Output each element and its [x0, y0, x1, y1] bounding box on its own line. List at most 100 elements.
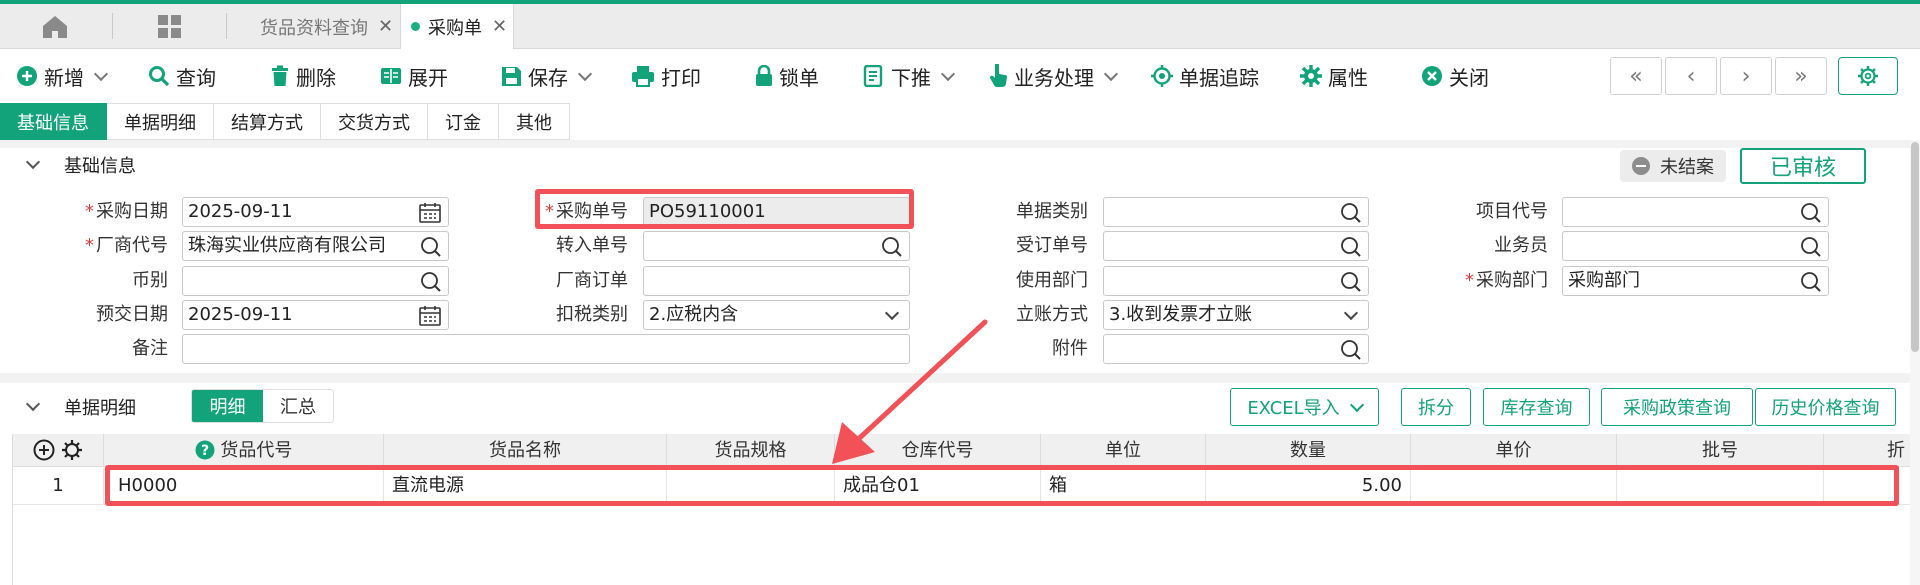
- basic-info-header[interactable]: 基础信息: [25, 152, 136, 178]
- purchase-date-field[interactable]: 2025-09-11: [182, 197, 449, 227]
- push-down-button[interactable]: 下推: [863, 56, 956, 96]
- document-trace-button[interactable]: 单据追踪: [1151, 56, 1259, 96]
- tab-basic-info[interactable]: 基础信息: [0, 103, 107, 140]
- tab-goods-query[interactable]: 货品资料查询 ✕: [238, 4, 400, 49]
- stock-query-button[interactable]: 库存查询: [1483, 388, 1590, 426]
- search-icon[interactable]: [1340, 339, 1362, 361]
- vendor-code-field[interactable]: 珠海实业供应商有限公司: [182, 231, 449, 261]
- chevron-down-icon[interactable]: [940, 66, 956, 81]
- help-icon[interactable]: ?: [195, 440, 215, 460]
- plus-circle-icon: [17, 66, 37, 86]
- purchase-dept-field[interactable]: 采购部门: [1562, 266, 1829, 296]
- search-icon[interactable]: [1800, 271, 1822, 293]
- save-button[interactable]: 保存: [501, 56, 593, 96]
- print-button[interactable]: 打印: [631, 56, 701, 96]
- column-header[interactable]: 单价: [1411, 434, 1617, 467]
- column-header[interactable]: 批号: [1617, 434, 1824, 467]
- column-header[interactable]: ? 货品代号: [104, 434, 384, 467]
- search-icon[interactable]: [1340, 271, 1362, 293]
- expand-button[interactable]: 展开: [380, 56, 448, 96]
- row-tools: [13, 434, 104, 467]
- first-page-button[interactable]: «: [1610, 57, 1662, 95]
- lock-button[interactable]: 锁单: [755, 56, 819, 96]
- search-icon[interactable]: [1800, 236, 1822, 258]
- vendor-order-label: 厂商订单: [556, 270, 628, 291]
- close-button[interactable]: 关闭: [1421, 56, 1489, 96]
- search-icon[interactable]: [420, 271, 442, 293]
- scrollbar-thumb[interactable]: [1911, 142, 1919, 352]
- tab-settlement[interactable]: 结算方式: [214, 103, 321, 140]
- transfer-no-field[interactable]: [643, 231, 910, 261]
- tab-other[interactable]: 其他: [499, 103, 570, 140]
- section-tabs: 基础信息 单据明细 结算方式 交货方式 订金 其他: [0, 103, 570, 140]
- chevron-down-icon[interactable]: [1343, 305, 1359, 321]
- tab-summary[interactable]: 汇总: [263, 390, 333, 422]
- close-icon[interactable]: ✕: [492, 16, 507, 37]
- salesperson-field[interactable]: [1562, 231, 1829, 261]
- excel-import-button[interactable]: EXCEL导入: [1230, 388, 1379, 426]
- account-method-select[interactable]: 3.收到发票才立账: [1103, 300, 1369, 330]
- expand-label: 展开: [408, 65, 448, 90]
- delete-button[interactable]: 删除: [270, 56, 336, 96]
- chevron-down-icon[interactable]: [25, 154, 41, 170]
- price-history-query-button[interactable]: 历史价格查询: [1755, 388, 1896, 426]
- chevron-down-icon[interactable]: [1349, 397, 1364, 412]
- column-header[interactable]: 单位: [1041, 434, 1206, 467]
- calendar-icon[interactable]: [418, 305, 442, 327]
- gear-icon[interactable]: [61, 439, 83, 461]
- business-process-button[interactable]: 业务处理: [988, 56, 1119, 96]
- prev-page-button[interactable]: ‹: [1665, 57, 1717, 95]
- search-icon[interactable]: [1340, 202, 1362, 224]
- vendor-order-field[interactable]: [643, 266, 910, 296]
- column-header[interactable]: 货品名称: [384, 434, 667, 467]
- column-header[interactable]: 货品规格: [667, 434, 835, 467]
- tab-label: 货品资料查询: [260, 17, 368, 39]
- last-page-button[interactable]: »: [1775, 57, 1827, 95]
- use-dept-field[interactable]: [1103, 266, 1369, 296]
- hand-pointer-icon: [989, 64, 1007, 87]
- query-button[interactable]: 查询: [148, 56, 216, 96]
- highlight-box: [535, 189, 914, 229]
- settings-button[interactable]: [1838, 57, 1898, 95]
- search-icon[interactable]: [881, 236, 903, 258]
- search-icon[interactable]: [1800, 202, 1822, 224]
- remark-field[interactable]: [182, 334, 910, 364]
- doc-type-field[interactable]: [1103, 197, 1369, 227]
- status-badge: 未结案: [1620, 150, 1726, 182]
- section-title: 基础信息: [64, 156, 136, 177]
- chevron-down-icon[interactable]: [577, 66, 593, 81]
- attachment-field[interactable]: [1103, 334, 1369, 364]
- delivery-date-field[interactable]: 2025-09-11: [182, 300, 449, 330]
- new-button[interactable]: 新增: [16, 56, 109, 96]
- column-header[interactable]: 数量: [1206, 434, 1411, 467]
- column-header[interactable]: 折: [1824, 434, 1913, 467]
- search-icon[interactable]: [1340, 236, 1362, 258]
- document-trace-label: 单据追踪: [1179, 65, 1259, 90]
- tab-detail[interactable]: 明细: [192, 390, 263, 422]
- next-page-button[interactable]: ›: [1720, 57, 1772, 95]
- search-icon[interactable]: [420, 236, 442, 258]
- tab-delivery[interactable]: 交货方式: [321, 103, 428, 140]
- calendar-icon[interactable]: [418, 202, 442, 224]
- tab-deposit[interactable]: 订金: [428, 103, 499, 140]
- project-code-field[interactable]: [1562, 197, 1829, 227]
- save-label: 保存: [528, 65, 568, 90]
- salesperson-label: 业务员: [1494, 235, 1548, 256]
- svg-text:?: ?: [201, 443, 209, 459]
- close-icon[interactable]: ✕: [378, 16, 393, 37]
- chevron-down-icon[interactable]: [93, 66, 109, 81]
- tab-document-detail[interactable]: 单据明细: [107, 103, 214, 140]
- purchase-policy-query-button[interactable]: 采购政策查询: [1601, 388, 1753, 426]
- grid-icon[interactable]: [157, 14, 183, 40]
- chevron-down-icon[interactable]: [1103, 66, 1119, 81]
- add-row-icon[interactable]: [33, 439, 55, 461]
- split-button[interactable]: 拆分: [1401, 388, 1471, 426]
- doc-type-label: 单据类别: [1016, 201, 1088, 222]
- tab-purchase-order[interactable]: 采购单 ✕: [400, 4, 514, 49]
- properties-button[interactable]: 属性: [1300, 56, 1368, 96]
- detail-header[interactable]: 单据明细: [25, 394, 136, 420]
- order-no-field[interactable]: [1103, 231, 1369, 261]
- home-icon[interactable]: [40, 14, 70, 40]
- currency-field[interactable]: [182, 266, 449, 296]
- chevron-down-icon[interactable]: [25, 396, 41, 412]
